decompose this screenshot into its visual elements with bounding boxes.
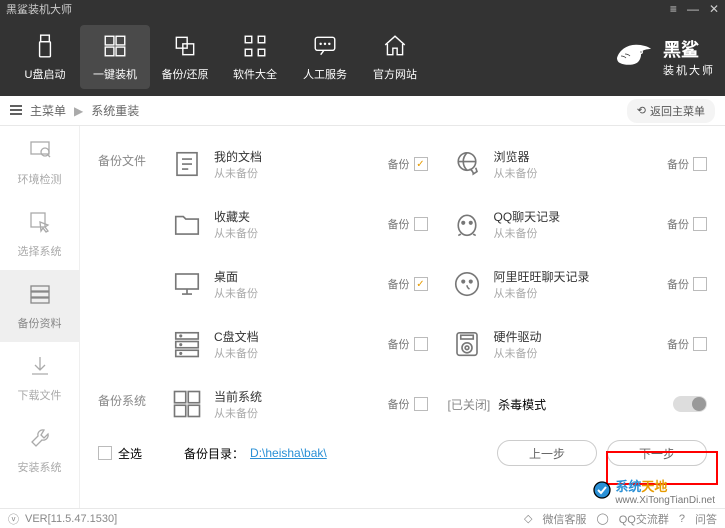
statusbar: ⓥ VER[11.5.47.1530] ◇ 微信客服 ◯ QQ交流群 ? 问答 [0, 508, 725, 528]
prev-button[interactable]: 上一步 [497, 440, 597, 466]
brand-main: 黑鲨 [663, 36, 699, 62]
list-item: 阿里旺旺聊天记录从未备份 备份 [448, 254, 708, 314]
breadcrumb-current: 系统重装 [91, 102, 139, 119]
apps-icon [241, 32, 269, 60]
checkbox[interactable] [693, 337, 707, 351]
backup-path-link[interactable]: D:\heisha\bak\ [250, 446, 327, 460]
antivirus-label: 杀毒模式 [498, 396, 546, 413]
step-download[interactable]: 下载文件 [0, 342, 79, 414]
watermark-logo-icon [593, 481, 611, 502]
brand-sub: 装机大师 [663, 62, 715, 78]
steps-sidebar: 环境检测 选择系统 备份资料 下载文件 安装系统 [0, 126, 80, 508]
antivirus-toggle[interactable] [673, 396, 707, 412]
step-check[interactable]: 环境检测 [0, 126, 79, 198]
cursor-icon [28, 210, 52, 237]
nav-website[interactable]: 官方网站 [360, 25, 430, 89]
titlebar: 黑鲨装机大师 ≡ — ✕ [0, 0, 725, 18]
status-qq[interactable]: QQ交流群 [619, 511, 669, 527]
checkbox[interactable] [414, 397, 428, 411]
chat-icon [311, 32, 339, 60]
checkbox[interactable] [693, 217, 707, 231]
step-backup[interactable]: 备份资料 [0, 270, 79, 342]
item-icon [448, 205, 486, 243]
item-icon [448, 325, 486, 363]
list-item: 浏览器从未备份 备份 [448, 134, 708, 194]
back-arrow-icon: ⟲ [637, 104, 646, 117]
main-panel: 备份文件 我的文档从未备份 备份✓ 浏览器从未备份 备份 收藏夹从未备份 备份 … [80, 126, 725, 508]
item-icon [168, 205, 206, 243]
shark-icon [611, 38, 655, 77]
check-env-icon [28, 138, 52, 165]
wrench-icon [28, 426, 52, 453]
row-antivirus: [已关闭] 杀毒模式 [448, 374, 708, 434]
usb-icon [31, 32, 59, 60]
server-icon [28, 282, 52, 309]
windows-icon [168, 385, 206, 423]
version-text: VER[11.5.47.1530] [25, 513, 117, 525]
step-system[interactable]: 选择系统 [0, 198, 79, 270]
nav-software[interactable]: 软件大全 [220, 25, 290, 89]
item-icon [448, 145, 486, 183]
windows-icon [101, 32, 129, 60]
qq-icon[interactable]: ◯ [596, 512, 608, 525]
version-icon: ⓥ [8, 511, 19, 527]
item-icon [448, 265, 486, 303]
checkbox[interactable] [414, 217, 428, 231]
step-install[interactable]: 安装系统 [0, 414, 79, 486]
menu-icon[interactable]: ≡ [670, 2, 677, 16]
section-files-title: 备份文件 [98, 134, 168, 374]
select-all-checkbox[interactable] [98, 446, 112, 460]
nav-backup[interactable]: 备份/还原 [150, 25, 220, 89]
status-wechat[interactable]: 微信客服 [542, 511, 586, 527]
copy-icon [171, 32, 199, 60]
checkbox[interactable] [693, 277, 707, 291]
checkbox[interactable]: ✓ [414, 157, 428, 171]
nav-usb[interactable]: U盘启动 [10, 25, 80, 89]
app-title: 黑鲨装机大师 [6, 1, 72, 17]
list-item: QQ聊天记录从未备份 备份 [448, 194, 708, 254]
brand: 黑鲨 装机大师 [611, 36, 715, 78]
antivirus-status: [已关闭] [448, 396, 491, 413]
checkbox[interactable] [693, 157, 707, 171]
faq-icon[interactable]: ? [679, 513, 685, 525]
nav-install[interactable]: 一键装机 [80, 25, 150, 89]
nav-support[interactable]: 人工服务 [290, 25, 360, 89]
wechat-icon[interactable]: ◇ [524, 512, 532, 525]
list-item: 我的文档从未备份 备份✓ [168, 134, 428, 194]
minimize-icon[interactable]: — [687, 2, 699, 16]
item-icon [168, 145, 206, 183]
item-icon [168, 265, 206, 303]
row-system: 当前系统从未备份 备份 [168, 374, 428, 434]
back-button[interactable]: ⟲ 返回主菜单 [627, 99, 715, 123]
item-icon [168, 325, 206, 363]
list-item: 硬件驱动从未备份 备份 [448, 314, 708, 374]
home-icon [381, 32, 409, 60]
list-item: 收藏夹从未备份 备份 [168, 194, 428, 254]
section-system-title: 备份系统 [98, 374, 168, 434]
top-nav: U盘启动 一键装机 备份/还原 软件大全 人工服务 官方网站 黑鲨 装机大师 [0, 18, 725, 96]
list-item: C盘文档从未备份 备份 [168, 314, 428, 374]
list-item: 桌面从未备份 备份✓ [168, 254, 428, 314]
menu-toggle-icon[interactable] [10, 104, 22, 118]
download-icon [28, 354, 52, 381]
backup-path-label: 备份目录： [184, 445, 244, 462]
select-all-label: 全选 [118, 445, 142, 462]
status-faq[interactable]: 问答 [695, 511, 717, 527]
breadcrumb: 主菜单 ▶ 系统重装 ⟲ 返回主菜单 [0, 96, 725, 126]
watermark: 系统天地 www.XiTongTianDi.net [593, 476, 715, 506]
breadcrumb-root[interactable]: 主菜单 [30, 102, 66, 119]
chevron-right-icon: ▶ [74, 104, 83, 118]
checkbox[interactable]: ✓ [414, 277, 428, 291]
checkbox[interactable] [414, 337, 428, 351]
close-icon[interactable]: ✕ [709, 2, 719, 16]
